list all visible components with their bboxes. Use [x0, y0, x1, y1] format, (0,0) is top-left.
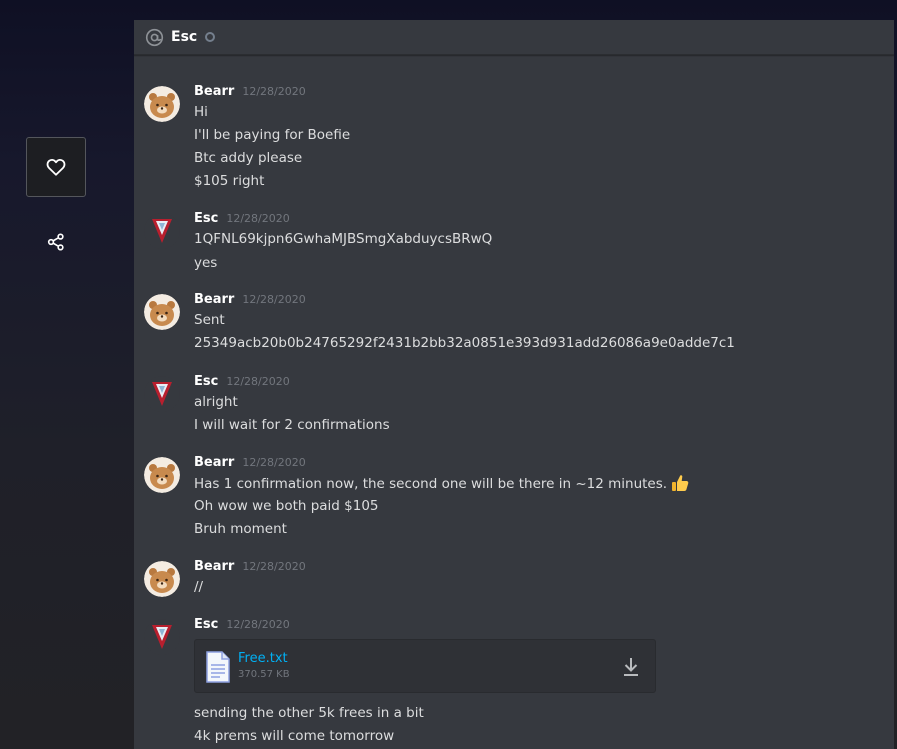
author-line: Bearr 12/28/2020: [194, 455, 306, 473]
author-line: Bearr 12/28/2020: [194, 292, 306, 310]
timestamp: 12/28/2020: [226, 212, 290, 225]
bear-avatar[interactable]: [144, 457, 180, 493]
message-text: 1QFNL69kjpn6GwhaMJBSmgXabduycsBRwQ: [194, 231, 493, 247]
thumbs-up-icon: [670, 473, 690, 493]
author-name[interactable]: Esc: [194, 374, 218, 389]
message-text: Sent: [194, 312, 225, 328]
timestamp: 12/28/2020: [226, 618, 290, 631]
timestamp: 12/28/2020: [242, 560, 306, 573]
bear-avatar[interactable]: [144, 294, 180, 330]
message-text: I'll be paying for Boefie: [194, 127, 351, 143]
message-text: $105 right: [194, 173, 265, 189]
file-attachment: Free.txt 370.57 KB: [194, 639, 656, 693]
side-actions: [26, 137, 86, 257]
file-size: 370.57 KB: [238, 669, 290, 680]
author-name[interactable]: Bearr: [194, 292, 234, 307]
author-name[interactable]: Esc: [194, 211, 218, 226]
file-icon: [205, 650, 231, 684]
message-text: Btc addy please: [194, 150, 303, 166]
author-name[interactable]: Esc: [194, 617, 218, 632]
timestamp: 12/28/2020: [242, 85, 306, 98]
message-text: Has 1 confirmation now, the second one w…: [194, 476, 668, 492]
message-text: sending the other 5k frees in a bit: [194, 705, 424, 721]
author-line: Bearr 12/28/2020: [194, 559, 306, 577]
message-text-row: Has 1 confirmation now, the second one w…: [194, 473, 690, 494]
message-text: Bruh moment: [194, 521, 287, 537]
message-text: Hi: [194, 104, 208, 120]
author-line: Esc 12/28/2020: [194, 374, 290, 392]
esc-avatar[interactable]: [144, 213, 180, 249]
header-username: Esc: [171, 29, 198, 45]
like-button[interactable]: [26, 137, 86, 197]
heart-icon: [46, 158, 66, 176]
timestamp: 12/28/2020: [242, 293, 306, 306]
bear-avatar[interactable]: [144, 561, 180, 597]
bear-avatar[interactable]: [144, 86, 180, 122]
message-text: 25349acb20b0b24765292f2431b2bb32a0851e39…: [194, 335, 735, 351]
download-icon[interactable]: [621, 656, 641, 678]
message-text: 4k prems will come tomorrow: [194, 728, 395, 744]
status-indicator: [205, 32, 216, 42]
message-text: yes: [194, 255, 218, 271]
message-text: //: [194, 579, 204, 595]
dm-chat-window: Esc Bearr 12/28/2020 Hi I'll be paying f…: [134, 20, 894, 749]
author-name[interactable]: Bearr: [194, 84, 234, 99]
message-text: alright: [194, 394, 238, 410]
author-name[interactable]: Bearr: [194, 559, 234, 574]
author-line: Esc 12/28/2020: [194, 211, 290, 229]
message-text: I will wait for 2 confirmations: [194, 417, 390, 433]
timestamp: 12/28/2020: [242, 456, 306, 469]
author-line: Esc 12/28/2020: [194, 617, 290, 635]
at-icon: [144, 27, 164, 47]
author-line: Bearr 12/28/2020: [194, 84, 306, 102]
message-text: Oh wow we both paid $105: [194, 498, 379, 514]
share-button[interactable]: [26, 227, 86, 257]
file-name-link[interactable]: Free.txt: [238, 651, 288, 666]
esc-avatar[interactable]: [144, 376, 180, 412]
chat-header: Esc: [134, 20, 894, 55]
timestamp: 12/28/2020: [226, 375, 290, 388]
share-icon: [47, 233, 64, 251]
author-name[interactable]: Bearr: [194, 455, 234, 470]
esc-avatar[interactable]: [144, 619, 180, 655]
